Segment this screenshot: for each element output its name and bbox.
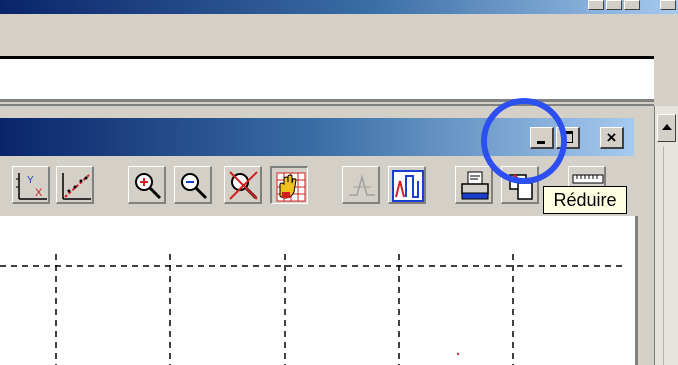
grid-lines — [0, 254, 627, 365]
outer-window-titlebar[interactable] — [0, 0, 678, 14]
graph-plot-area[interactable] — [0, 216, 638, 365]
zoom-in-icon — [135, 173, 162, 200]
scrollbar-track[interactable] — [663, 146, 664, 365]
svg-text:Y: Y — [27, 175, 34, 186]
print-icon — [461, 171, 489, 200]
trend-line-icon — [62, 173, 91, 200]
scroll-up-button[interactable] — [657, 114, 676, 142]
outer-maximize-icon[interactable] — [606, 0, 622, 10]
outer-close-icon[interactable] — [624, 0, 640, 10]
svg-text:X: X — [35, 187, 43, 199]
zoom-out-button[interactable] — [174, 166, 212, 204]
zoom-out-icon — [181, 173, 208, 200]
peak-button[interactable] — [342, 166, 380, 204]
outer-minimize-icon[interactable] — [588, 0, 604, 10]
step-signal-icon — [392, 170, 424, 202]
axis-xy-button[interactable]: Y X — [12, 166, 50, 204]
highlight-circle — [481, 98, 567, 184]
outer-extra-button[interactable] — [660, 0, 676, 10]
workspace-band — [0, 59, 654, 99]
peak-icon — [349, 174, 375, 196]
zoom-in-button[interactable] — [128, 166, 166, 204]
vertical-scrollbar[interactable] — [654, 106, 678, 365]
separator — [0, 99, 654, 102]
print-button[interactable] — [455, 166, 493, 204]
tooltip: Réduire — [543, 186, 627, 214]
close-button[interactable]: × — [600, 127, 624, 149]
pan-hand-grid-icon — [276, 172, 306, 202]
up-arrow-icon — [662, 124, 672, 130]
zoom-cancel-icon — [229, 171, 258, 200]
close-icon: × — [606, 128, 617, 147]
zoom-cancel-button[interactable] — [224, 166, 262, 204]
pan-grid-button[interactable] — [270, 166, 308, 204]
outer-window-menu-area — [0, 14, 678, 58]
trend-line-button[interactable] — [56, 166, 94, 204]
step-signal-button[interactable] — [388, 166, 426, 204]
axis-xy-icon: Y X — [16, 173, 47, 200]
